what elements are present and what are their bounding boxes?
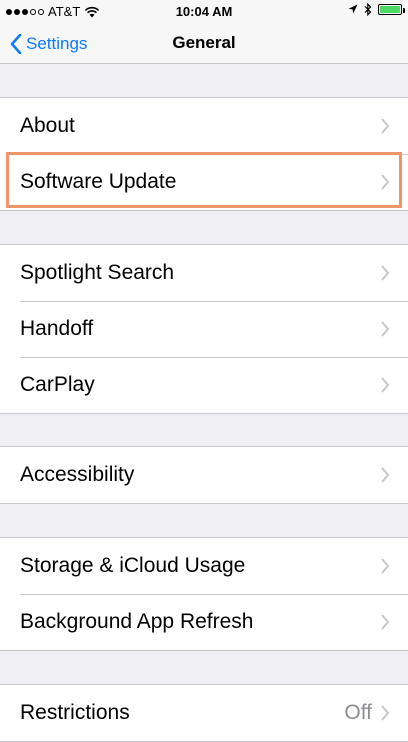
row-storage-icloud-usage[interactable]: Storage & iCloud Usage	[0, 538, 408, 594]
location-icon	[348, 4, 358, 14]
row-restrictions[interactable]: Restrictions Off	[0, 685, 408, 741]
row-label: About	[20, 114, 75, 137]
chevron-right-icon	[381, 614, 390, 630]
row-label: Handoff	[20, 317, 94, 340]
battery-icon	[378, 4, 405, 15]
chevron-right-icon	[381, 321, 390, 337]
battery-level	[380, 6, 400, 13]
navigation-bar: Settings General	[0, 24, 408, 64]
row-about[interactable]: About	[0, 98, 408, 154]
wifi-icon	[85, 6, 100, 17]
settings-group-4: Storage & iCloud Usage Background App Re…	[0, 537, 408, 651]
row-background-app-refresh[interactable]: Background App Refresh	[0, 594, 408, 650]
row-value: Off	[344, 701, 372, 724]
row-label: Software Update	[20, 170, 177, 193]
row-spotlight-search[interactable]: Spotlight Search	[0, 245, 408, 301]
signal-strength-icon	[6, 8, 44, 15]
settings-group-5: Restrictions Off	[0, 684, 408, 742]
settings-group-1: About Software Update	[0, 97, 408, 211]
chevron-left-icon	[10, 34, 22, 54]
status-right	[348, 3, 405, 16]
settings-group-2: Spotlight Search Handoff CarPlay	[0, 244, 408, 414]
carrier-name: AT&T	[48, 4, 81, 19]
row-label: Storage & iCloud Usage	[20, 554, 246, 577]
row-handoff[interactable]: Handoff	[0, 301, 408, 357]
row-accessibility[interactable]: Accessibility	[0, 447, 408, 503]
status-left: AT&T	[6, 4, 100, 19]
row-label: Accessibility	[20, 463, 135, 486]
back-button[interactable]: Settings	[10, 30, 87, 58]
chevron-right-icon	[381, 377, 390, 393]
back-label: Settings	[26, 34, 88, 53]
row-software-update[interactable]: Software Update	[0, 154, 408, 210]
bluetooth-icon	[364, 3, 372, 16]
settings-group-3: Accessibility	[0, 446, 408, 504]
status-bar: AT&T 10:04 AM	[0, 0, 408, 24]
row-carplay[interactable]: CarPlay	[0, 357, 408, 413]
chevron-right-icon	[381, 118, 390, 134]
row-label: Background App Refresh	[20, 610, 254, 633]
row-label: Spotlight Search	[20, 261, 175, 284]
chevron-right-icon	[381, 558, 390, 574]
chevron-right-icon	[381, 467, 390, 483]
row-label: Restrictions	[20, 701, 130, 724]
chevron-right-icon	[381, 705, 390, 721]
chevron-right-icon	[381, 174, 390, 190]
row-label: CarPlay	[20, 373, 95, 396]
chevron-right-icon	[381, 265, 390, 281]
